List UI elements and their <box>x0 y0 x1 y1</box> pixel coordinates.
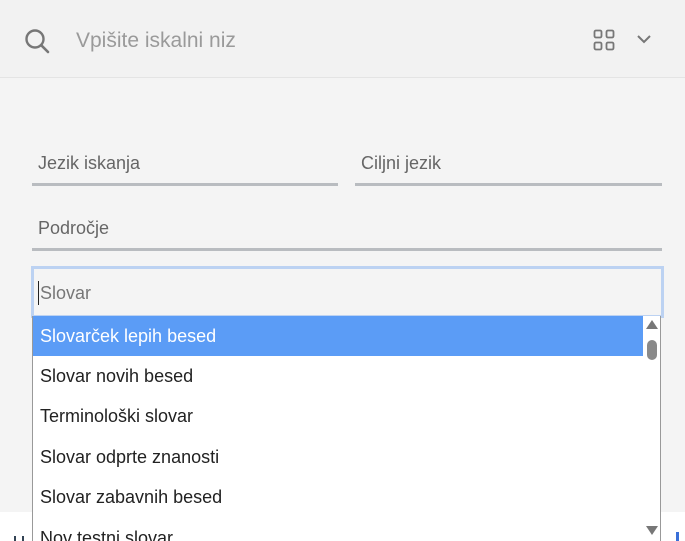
search-input[interactable] <box>76 24 556 58</box>
scroll-down-arrow-icon[interactable] <box>646 526 658 535</box>
chevron-down-icon[interactable] <box>635 32 653 46</box>
dropdown-option[interactable]: Slovar odprte znanosti <box>33 437 643 477</box>
background-link-fragment <box>676 532 679 541</box>
dictionary-select[interactable] <box>31 266 664 318</box>
grid-view-icon[interactable] <box>593 29 615 51</box>
target-language-select[interactable]: Ciljni jezik <box>355 141 662 186</box>
dropdown-option[interactable]: Slovar zabavnih besed <box>33 477 643 517</box>
source-language-select[interactable]: Jezik iskanja <box>32 141 338 186</box>
dropdown-option[interactable]: Terminološki slovar <box>33 396 643 436</box>
scroll-thumb[interactable] <box>647 340 657 360</box>
dropdown-option[interactable]: Slovar novih besed <box>33 356 643 396</box>
area-select[interactable]: Področje <box>32 206 662 251</box>
source-language-label: Jezik iskanja <box>38 153 141 173</box>
search-icon[interactable] <box>24 28 50 54</box>
dropdown-scrollbar[interactable] <box>643 316 660 541</box>
dictionary-dropdown-list: Slovarček lepih besed Slovar novih besed… <box>32 316 661 541</box>
scroll-up-arrow-icon[interactable] <box>646 320 658 329</box>
dropdown-option[interactable]: Nov testni slovar <box>33 518 643 541</box>
search-bar <box>0 0 685 78</box>
area-label: Področje <box>38 218 110 238</box>
dropdown-option-selected[interactable]: Slovarček lepih besed <box>33 316 643 356</box>
background-text-fragment <box>14 536 24 541</box>
target-language-label: Ciljni jezik <box>361 153 442 173</box>
dictionary-input[interactable] <box>38 281 638 305</box>
